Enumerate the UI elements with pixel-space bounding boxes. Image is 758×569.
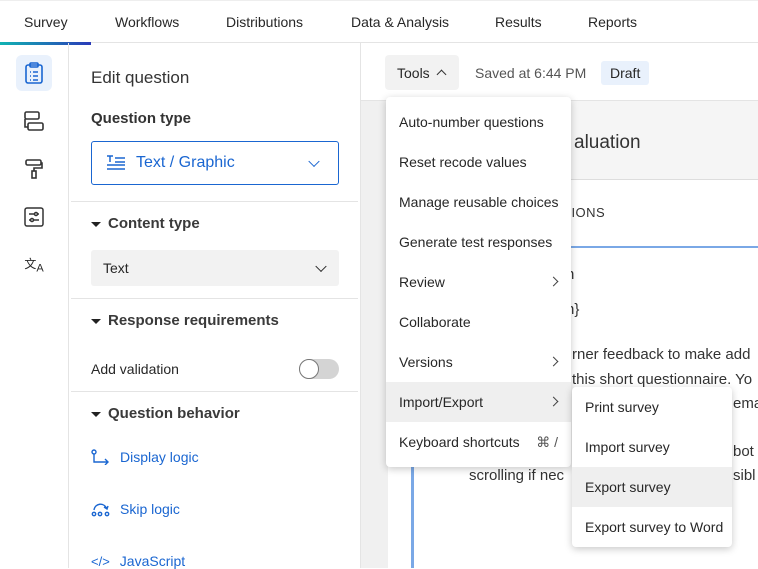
chevron-down-icon: [315, 260, 327, 273]
tab-distributions[interactable]: Distributions: [226, 14, 303, 30]
question-type-label: Question type: [91, 110, 192, 127]
divider: [71, 391, 358, 392]
menu-item-versions[interactable]: Versions: [386, 342, 571, 382]
menu-item-import-export[interactable]: Import/Export: [386, 382, 571, 422]
tab-data-analysis[interactable]: Data & Analysis: [351, 14, 449, 30]
chevron-right-icon: [548, 356, 559, 367]
saved-status: Saved at 6:44 PM: [475, 65, 587, 81]
display-logic-link[interactable]: Display logic: [91, 449, 199, 465]
content-type-section-toggle[interactable]: Content type: [91, 215, 200, 232]
look-and-feel-paint-roller-icon[interactable]: [16, 151, 52, 187]
tab-results[interactable]: Results: [495, 14, 542, 30]
menu-item-generate-test-responses[interactable]: Generate test responses: [386, 222, 571, 262]
top-navigation: Survey Workflows Distributions Data & An…: [0, 0, 758, 45]
shortcut-hint: ⌘ /: [536, 434, 558, 450]
chevron-right-icon: [548, 276, 559, 287]
code-icon: </>: [91, 553, 110, 569]
tab-reports[interactable]: Reports: [588, 14, 637, 30]
add-validation-label: Add validation: [91, 361, 179, 377]
menu-item-import-survey[interactable]: Import survey: [572, 427, 732, 467]
content-type-dropdown[interactable]: Text: [91, 250, 339, 286]
status-badge: Draft: [601, 61, 650, 85]
tab-survey[interactable]: Survey: [0, 14, 90, 45]
content-type-value: Text: [103, 260, 129, 276]
menu-item-keyboard-shortcuts[interactable]: Keyboard shortcuts ⌘ /: [386, 422, 571, 462]
survey-clipboard-icon[interactable]: [16, 55, 52, 91]
divider: [71, 298, 358, 299]
javascript-link[interactable]: </> JavaScript: [91, 553, 185, 569]
response-requirements-section-toggle[interactable]: Response requirements: [91, 312, 279, 329]
edit-question-panel: Edit question Question type Text / Graph…: [69, 43, 361, 569]
translate-icon[interactable]: 文A: [16, 247, 52, 283]
icon-rail: 文A: [0, 43, 69, 568]
menu-item-print-survey[interactable]: Print survey: [572, 387, 732, 427]
menu-item-export-survey[interactable]: Export survey: [572, 467, 732, 507]
panel-title: Edit question: [91, 68, 190, 87]
survey-title: aluation: [574, 132, 641, 153]
menu-item-collaborate[interactable]: Collaborate: [386, 302, 571, 342]
survey-flow-icon[interactable]: [16, 103, 52, 139]
menu-item-reset-recode[interactable]: Reset recode values: [386, 142, 571, 182]
add-validation-toggle[interactable]: [299, 359, 339, 379]
survey-options-icon[interactable]: [16, 199, 52, 235]
tools-button[interactable]: Tools: [385, 55, 459, 90]
menu-item-manage-reusable-choices[interactable]: Manage reusable choices: [386, 182, 571, 222]
question-behavior-section-toggle[interactable]: Question behavior: [91, 405, 240, 422]
menu-item-auto-number[interactable]: Auto-number questions: [386, 102, 571, 142]
import-export-submenu: Print survey Import survey Export survey…: [572, 387, 732, 547]
tab-workflows[interactable]: Workflows: [115, 14, 179, 30]
skip-logic-icon: [91, 503, 110, 517]
question-type-value: Text / Graphic: [136, 154, 235, 171]
question-type-dropdown[interactable]: Text / Graphic: [91, 141, 339, 185]
menu-item-review[interactable]: Review: [386, 262, 571, 302]
text-graphic-icon: [107, 155, 125, 170]
display-logic-icon: [91, 449, 109, 465]
survey-toolbar: Tools Saved at 6:44 PM Draft: [361, 43, 758, 101]
tools-menu: Auto-number questions Reset recode value…: [386, 97, 571, 467]
divider: [71, 201, 358, 202]
chevron-down-icon: [308, 155, 320, 168]
menu-item-export-survey-word[interactable]: Export survey to Word: [572, 507, 732, 547]
skip-logic-link[interactable]: Skip logic: [91, 501, 180, 517]
chevron-up-icon: [436, 69, 447, 80]
chevron-right-icon: [548, 396, 559, 407]
